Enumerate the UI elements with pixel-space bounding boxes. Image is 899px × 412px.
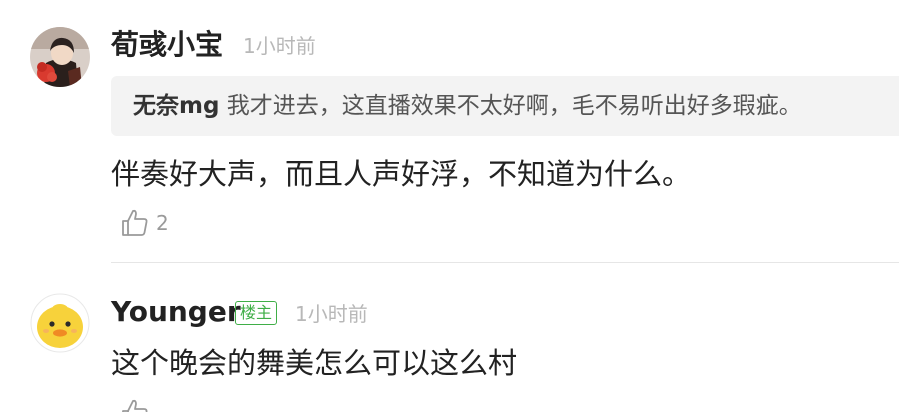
quoted-comment[interactable]: 无奈mg 我才进去，这直播效果不太好啊，毛不易听出好多瑕疵。 xyxy=(111,76,899,136)
thumbs-up-icon xyxy=(122,209,148,236)
comment-time: 1小时前 xyxy=(243,34,316,58)
like-button[interactable] xyxy=(120,398,150,412)
yellow-duck-avatar-icon xyxy=(30,293,90,353)
quote-text: 我才进去，这直播效果不太好啊，毛不易听出好多瑕疵。 xyxy=(226,93,802,119)
anime-character-avatar-icon xyxy=(30,27,90,87)
author-badge: 楼主 xyxy=(235,301,278,325)
comment-username[interactable]: 荀彧小宝 xyxy=(111,29,223,61)
user-avatar[interactable] xyxy=(30,293,90,353)
quote-author[interactable]: 无奈mg xyxy=(111,93,219,119)
thumbs-up-icon xyxy=(122,399,148,412)
like-count: 2 xyxy=(156,211,169,235)
comment-text: 这个晚会的舞美怎么可以这么村 xyxy=(111,346,518,380)
comment-username[interactable]: Younger xyxy=(111,296,241,328)
user-avatar[interactable] xyxy=(30,27,90,87)
comment-feed: 荀彧小宝 1小时前 无奈mg 我才进去，这直播效果不太好啊，毛不易听出好多瑕疵。… xyxy=(0,0,899,412)
comment-time: 1小时前 xyxy=(295,302,368,326)
like-button[interactable]: 2 xyxy=(120,208,169,238)
comment-text: 伴奏好大声，而且人声好浮，不知道为什么。 xyxy=(111,157,692,191)
comment-divider xyxy=(111,262,899,263)
